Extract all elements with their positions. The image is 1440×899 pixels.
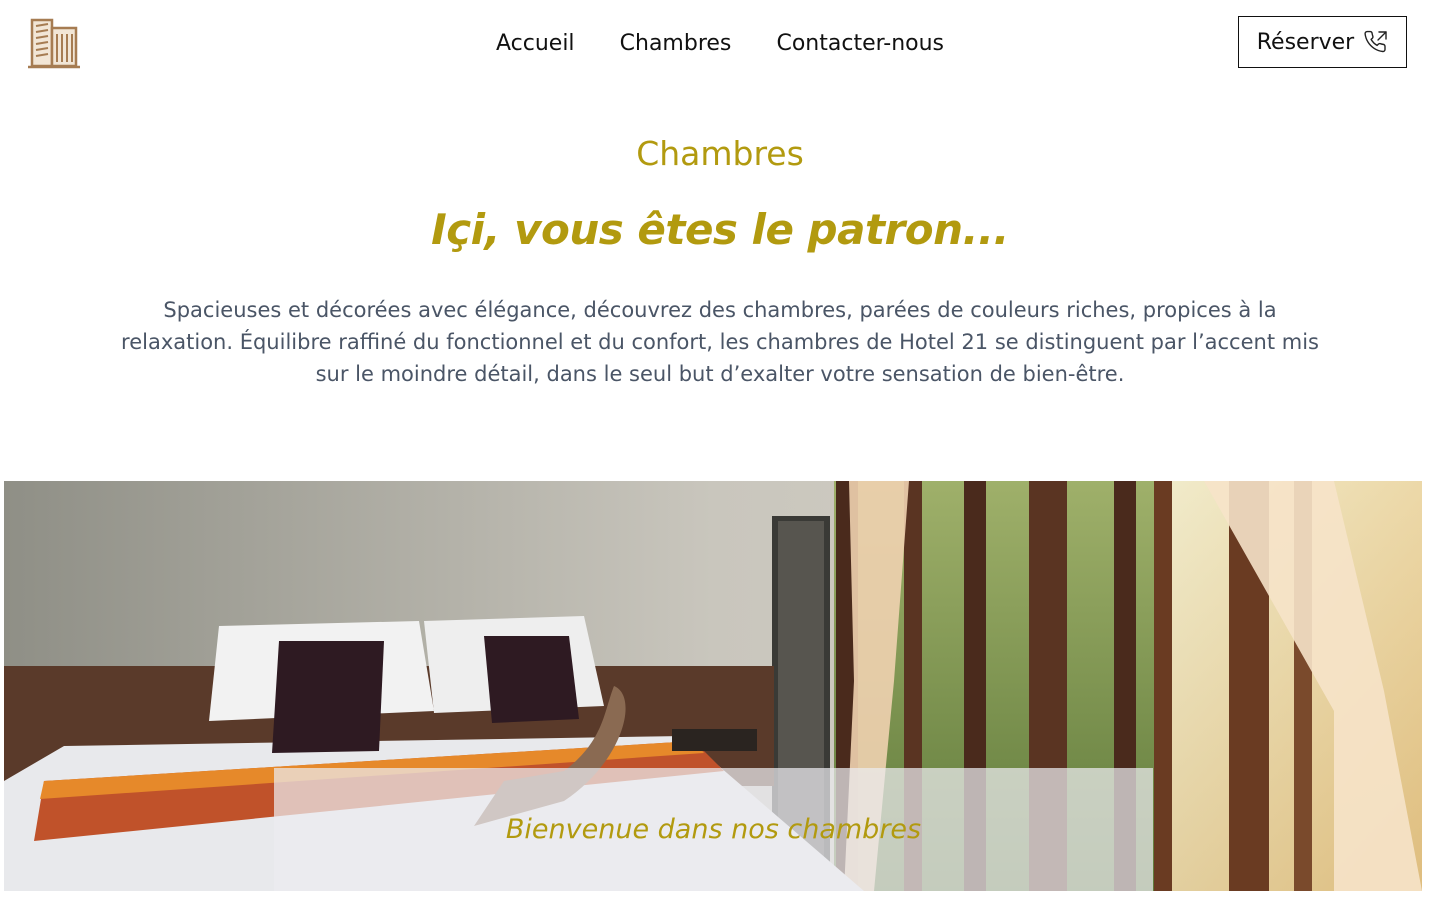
nav-item-contact[interactable]: Contacter-nous <box>776 28 944 60</box>
page-tagline: Içi, vous êtes le patron... <box>431 205 1009 254</box>
site-header: Accueil Chambres Contacter-nous Réserver <box>0 0 1440 88</box>
nav-item-accueil[interactable]: Accueil <box>496 28 575 60</box>
reserve-label: Réserver <box>1256 29 1355 55</box>
reserve-button[interactable]: Réserver <box>1238 16 1407 68</box>
main-nav: Accueil Chambres Contacter-nous <box>0 28 1440 60</box>
hero-caption-panel: Bienvenue dans nos chambres <box>274 768 1153 891</box>
section-title: Chambres <box>636 134 804 173</box>
hero-caption: Bienvenue dans nos chambres <box>505 814 922 845</box>
phone-outgoing-icon <box>1364 30 1388 54</box>
rooms-description: Spacieuses et décorées avec élégance, dé… <box>121 298 1319 386</box>
nav-item-chambres[interactable]: Chambres <box>620 28 732 60</box>
